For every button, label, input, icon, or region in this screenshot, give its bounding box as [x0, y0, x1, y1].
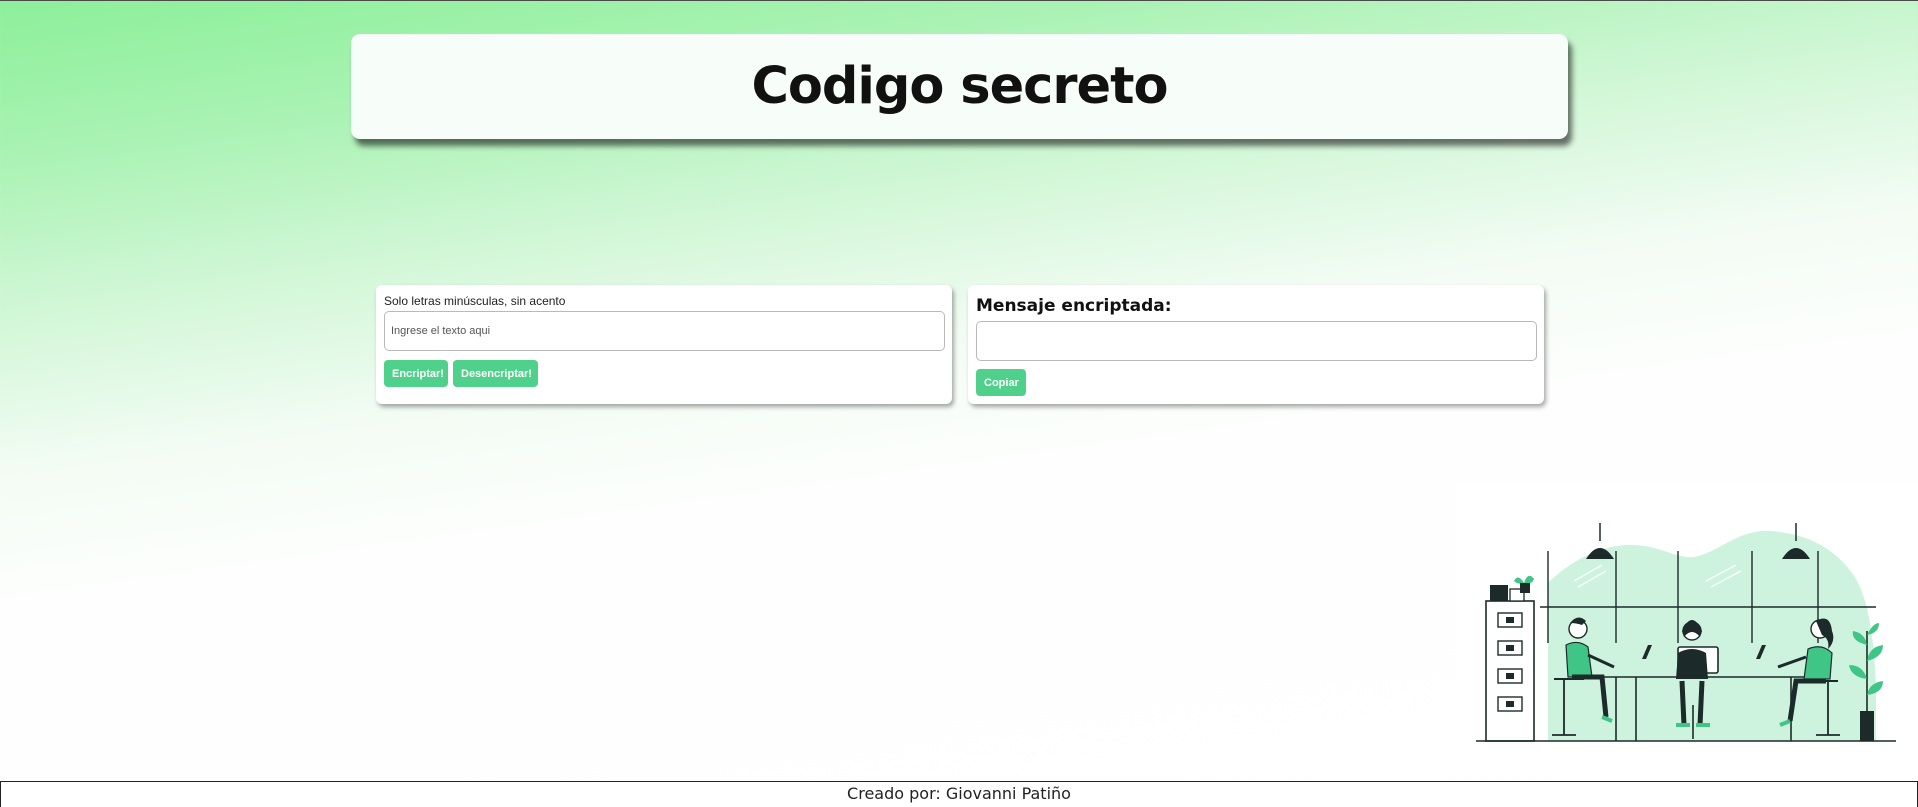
result-panel: Mensaje encriptada: Copiar — [968, 285, 1544, 404]
page-header: Codigo secreto — [351, 34, 1568, 139]
footer-credit: Creado por: Giovanni Patiño — [847, 784, 1071, 803]
input-hint: Solo letras minúsculas, sin acento — [384, 294, 566, 308]
office-workers-icon — [1476, 523, 1896, 742]
result-title: Mensaje encriptada: — [976, 296, 1172, 316]
decrypt-button[interactable]: Desencriptar! — [453, 360, 538, 387]
result-output[interactable] — [976, 321, 1537, 361]
text-input[interactable] — [384, 311, 945, 351]
copy-button[interactable]: Copiar — [976, 369, 1026, 396]
office-workers-illustration — [1456, 485, 1918, 767]
encrypt-button[interactable]: Encriptar! — [384, 360, 448, 387]
footer: Creado por: Giovanni Patiño — [0, 781, 1918, 807]
encrypt-panel: Solo letras minúsculas, sin acento Encri… — [376, 285, 952, 404]
page-title: Codigo secreto — [751, 57, 1168, 116]
